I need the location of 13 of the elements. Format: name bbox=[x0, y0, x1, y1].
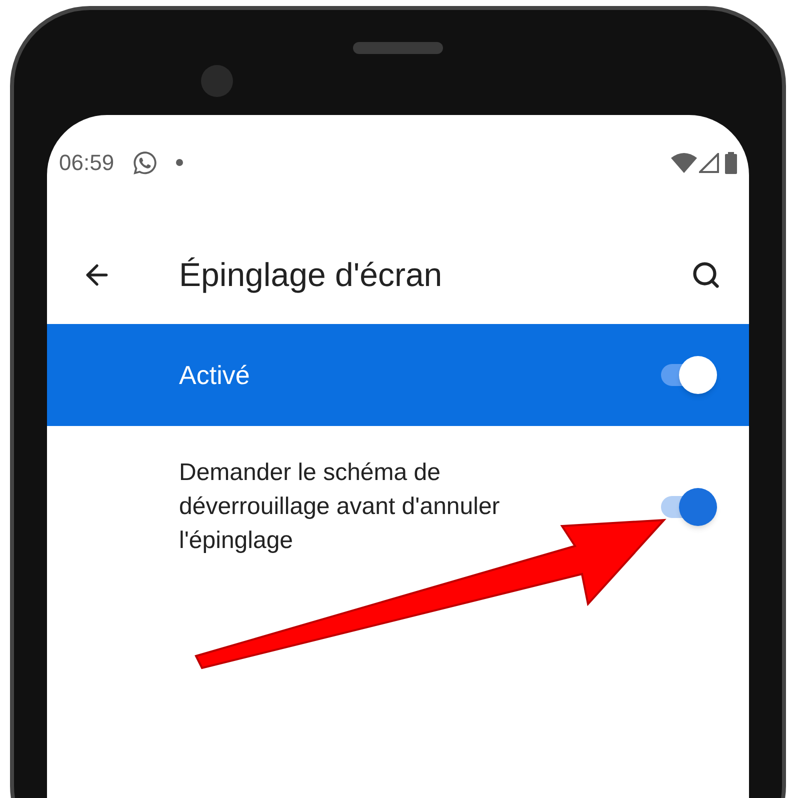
chat-app-icon bbox=[132, 150, 158, 176]
battery-icon bbox=[725, 152, 737, 174]
toggle-switch[interactable] bbox=[659, 488, 717, 526]
setting-label: Demander le schéma de déverrouillage avant d'annuler l'épinglage bbox=[179, 458, 501, 556]
screen-title: Épinglage d'écran bbox=[179, 255, 444, 296]
search-icon[interactable] bbox=[691, 260, 721, 290]
toggle-switch[interactable] bbox=[659, 356, 717, 394]
wifi-icon bbox=[671, 152, 697, 172]
camera-icon bbox=[201, 65, 233, 97]
signal-icon bbox=[699, 152, 719, 172]
main-switch-bar[interactable]: Activé bbox=[47, 324, 749, 426]
status-time: 06:59 bbox=[59, 149, 114, 177]
switch-label: Activé bbox=[179, 358, 251, 392]
